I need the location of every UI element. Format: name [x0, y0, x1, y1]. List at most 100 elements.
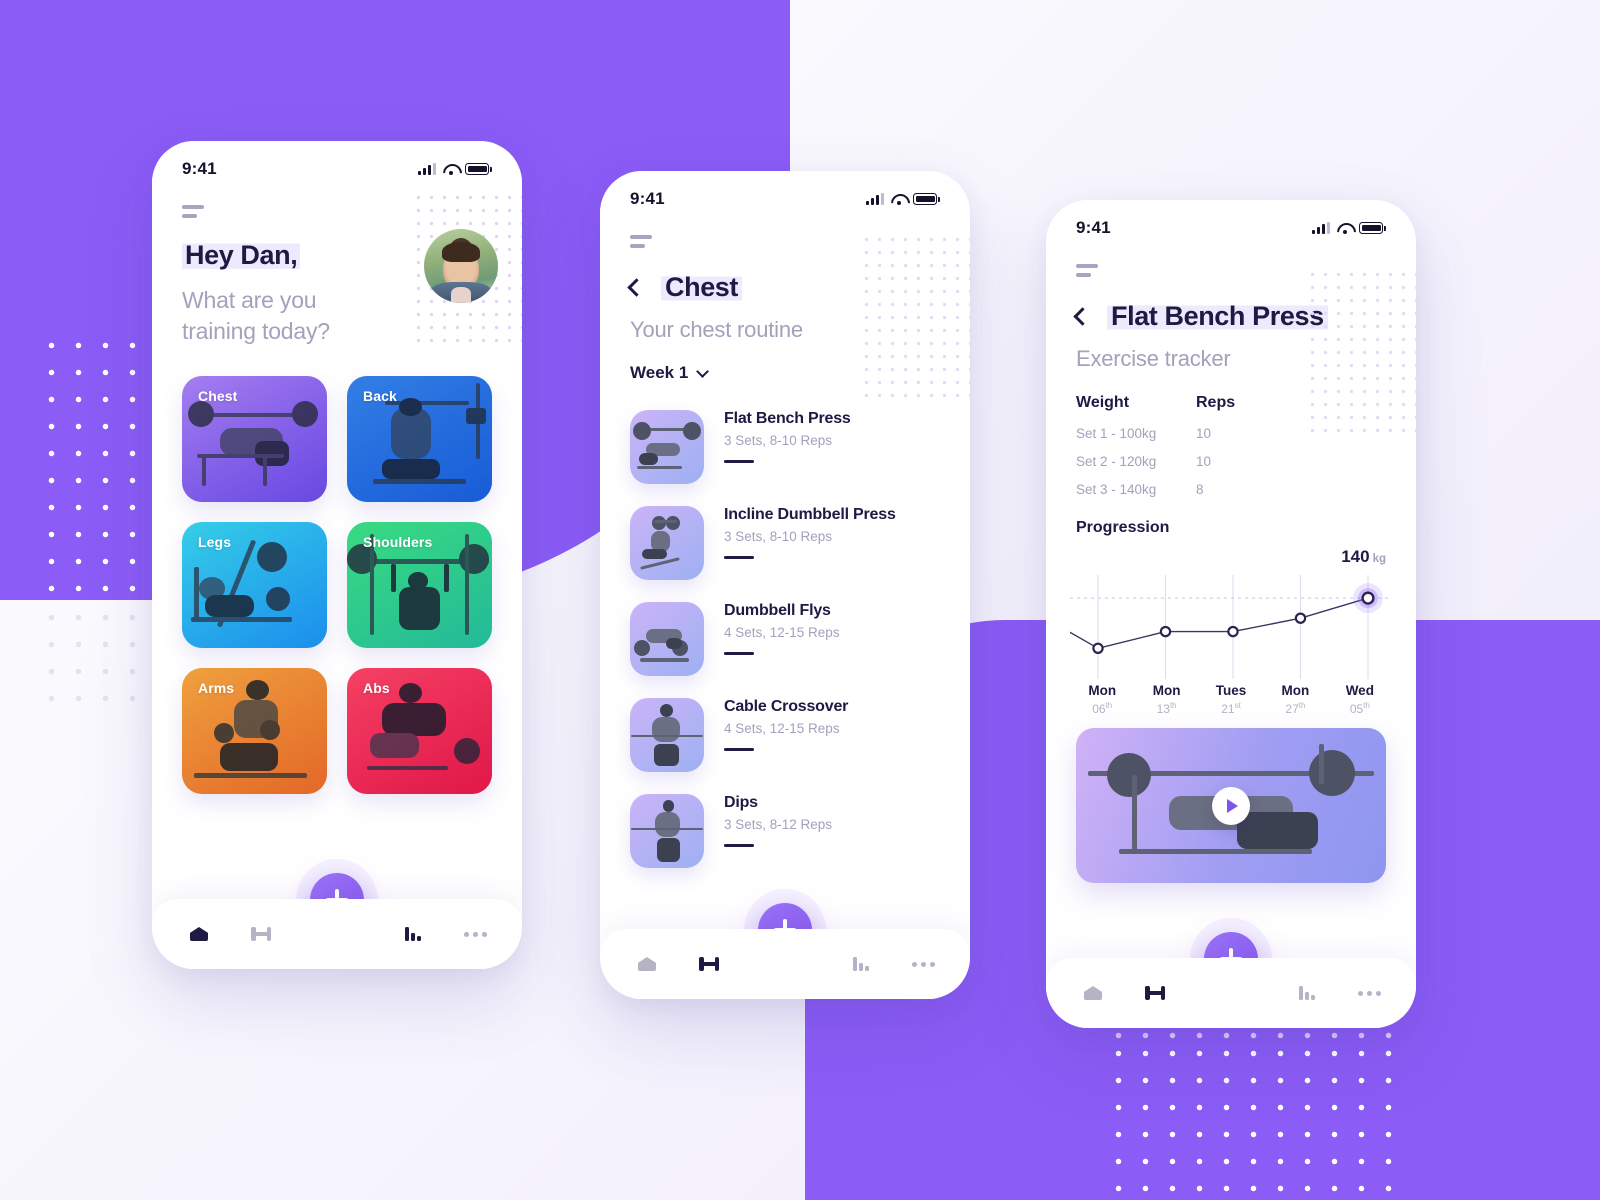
chart-x-tick: Mon 27th — [1263, 683, 1327, 716]
menu-icon[interactable] — [1076, 264, 1100, 277]
cell-weight: Set 2 - 120kg — [1076, 454, 1157, 469]
chart-annotation: 140 kg — [1341, 547, 1386, 567]
home-icon[interactable] — [186, 923, 212, 945]
cellular-signal-icon — [418, 163, 437, 175]
home-icon[interactable] — [634, 953, 660, 975]
divider — [724, 460, 754, 463]
decor-dot-grid-tracker — [1306, 268, 1416, 438]
exercise-meta: 3 Sets, 8-12 Reps — [724, 817, 833, 832]
chart-x-tick: Mon 13th — [1134, 683, 1198, 716]
avatar[interactable] — [424, 229, 498, 303]
page-title: Chest — [661, 272, 743, 303]
exercise-thumbnail — [630, 794, 704, 868]
play-icon[interactable] — [1212, 786, 1250, 825]
bottom-nav — [1046, 958, 1416, 1028]
dumbbell-icon[interactable] — [248, 923, 274, 945]
list-item[interactable]: Dumbbell Flys 4 Sets, 12-15 Reps — [600, 591, 970, 687]
cell-weight: Set 1 - 100kg — [1076, 426, 1157, 441]
category-label: Arms — [198, 679, 235, 696]
exercise-meta: 4 Sets, 12-15 Reps — [724, 721, 840, 736]
progression-chart: 140 kg Mon 06th Mon 13th Tues 21st Mon 27th Wed 05… — [1069, 547, 1392, 716]
table-row: Set 3 - 140kg 8 — [1076, 482, 1386, 497]
exercise-list: Flat Bench Press 3 Sets, 8-10 Reps Incli… — [600, 399, 970, 879]
bottom-nav-area — [600, 901, 970, 999]
chart-svg — [1069, 575, 1392, 679]
chart-highlight-unit: kg — [1372, 553, 1386, 565]
category-card-shoulders[interactable]: Shoulders — [347, 521, 492, 648]
cell-weight: Set 3 - 140kg — [1076, 482, 1157, 497]
divider — [724, 652, 754, 655]
battery-icon — [465, 163, 490, 175]
category-card-arms[interactable]: Arms — [182, 667, 327, 794]
exercise-thumbnail — [630, 602, 704, 676]
category-label: Back — [363, 387, 397, 404]
cellular-signal-icon — [1312, 222, 1331, 234]
category-card-abs[interactable]: Abs — [347, 667, 492, 794]
more-icon[interactable] — [462, 923, 488, 945]
status-bar: 9:41 — [600, 171, 970, 209]
decor-dot-grid-routine — [860, 233, 970, 403]
exercise-name: Cable Crossover — [724, 698, 849, 715]
exercise-video-card[interactable] — [1076, 728, 1386, 883]
exercise-name: Dumbbell Flys — [724, 602, 831, 619]
category-card-legs[interactable]: Legs — [182, 521, 327, 648]
exercise-name: Incline Dumbbell Press — [724, 506, 896, 523]
column-header-reps: Reps — [1196, 394, 1236, 411]
chart-tick-date: 27th — [1285, 701, 1306, 716]
exercise-thumbnail — [630, 410, 704, 484]
phone-routine-screen: 9:41 Chest Your chest routine Week 1 Fla… — [600, 171, 970, 999]
chart-x-tick: Wed 05th — [1328, 683, 1392, 716]
battery-tip-icon — [938, 196, 940, 202]
chart-tick-date: 05th — [1349, 701, 1370, 716]
table-row: Set 2 - 120kg 10 — [1076, 454, 1386, 469]
divider — [724, 556, 754, 559]
category-card-back[interactable]: Back — [347, 375, 492, 502]
divider — [724, 748, 754, 751]
progression-title: Progression — [1076, 519, 1170, 536]
chart-icon[interactable] — [848, 953, 874, 975]
list-item[interactable]: Flat Bench Press 3 Sets, 8-10 Reps — [600, 399, 970, 495]
category-card-chest[interactable]: Chest — [182, 375, 327, 502]
status-bar: 9:41 — [152, 141, 522, 179]
cell-reps: 10 — [1196, 454, 1212, 469]
menu-icon[interactable] — [182, 205, 206, 218]
chart-icon[interactable] — [400, 923, 426, 945]
chart-tick-day: Mon — [1281, 683, 1310, 698]
dumbbell-icon[interactable] — [1142, 982, 1168, 1004]
more-icon[interactable] — [910, 953, 936, 975]
list-item[interactable]: Incline Dumbbell Press 3 Sets, 8-10 Reps — [600, 495, 970, 591]
exercise-meta: 3 Sets, 8-10 Reps — [724, 433, 833, 448]
cell-reps: 10 — [1196, 426, 1212, 441]
dumbbell-icon[interactable] — [696, 953, 722, 975]
battery-tip-icon — [1384, 225, 1386, 231]
more-icon[interactable] — [1356, 982, 1382, 1004]
chart-tick-day: Mon — [1088, 683, 1117, 698]
battery-icon — [1359, 222, 1384, 234]
bottom-nav — [600, 929, 970, 999]
week-label: Week 1 — [630, 363, 689, 382]
chart-x-tick: Tues 21st — [1199, 683, 1263, 716]
list-item[interactable]: Cable Crossover 4 Sets, 12-15 Reps — [600, 687, 970, 783]
back-icon[interactable] — [1073, 307, 1092, 326]
menu-icon[interactable] — [630, 235, 654, 248]
chart-tick-date: 21st — [1221, 701, 1241, 716]
chart-x-tick: Mon 06th — [1070, 683, 1134, 716]
battery-icon — [913, 193, 938, 205]
category-label: Chest — [198, 387, 238, 404]
bottom-nav-area — [1046, 930, 1416, 1028]
greeting-text: Hey Dan, — [182, 240, 301, 271]
exercise-name: Dips — [724, 794, 758, 811]
chart-tick-day: Wed — [1345, 683, 1374, 698]
category-label: Abs — [363, 679, 390, 696]
status-bar: 9:41 — [1046, 200, 1416, 238]
home-icon[interactable] — [1080, 982, 1106, 1004]
status-time: 9:41 — [630, 189, 665, 208]
exercise-thumbnail — [630, 506, 704, 580]
list-item[interactable]: Dips 3 Sets, 8-12 Reps — [600, 783, 970, 879]
back-icon[interactable] — [627, 278, 646, 297]
battery-tip-icon — [490, 166, 492, 172]
chart-tick-date: 06th — [1092, 701, 1113, 716]
category-label: Shoulders — [363, 533, 433, 550]
chart-icon[interactable] — [1294, 982, 1320, 1004]
status-time: 9:41 — [1076, 218, 1111, 237]
